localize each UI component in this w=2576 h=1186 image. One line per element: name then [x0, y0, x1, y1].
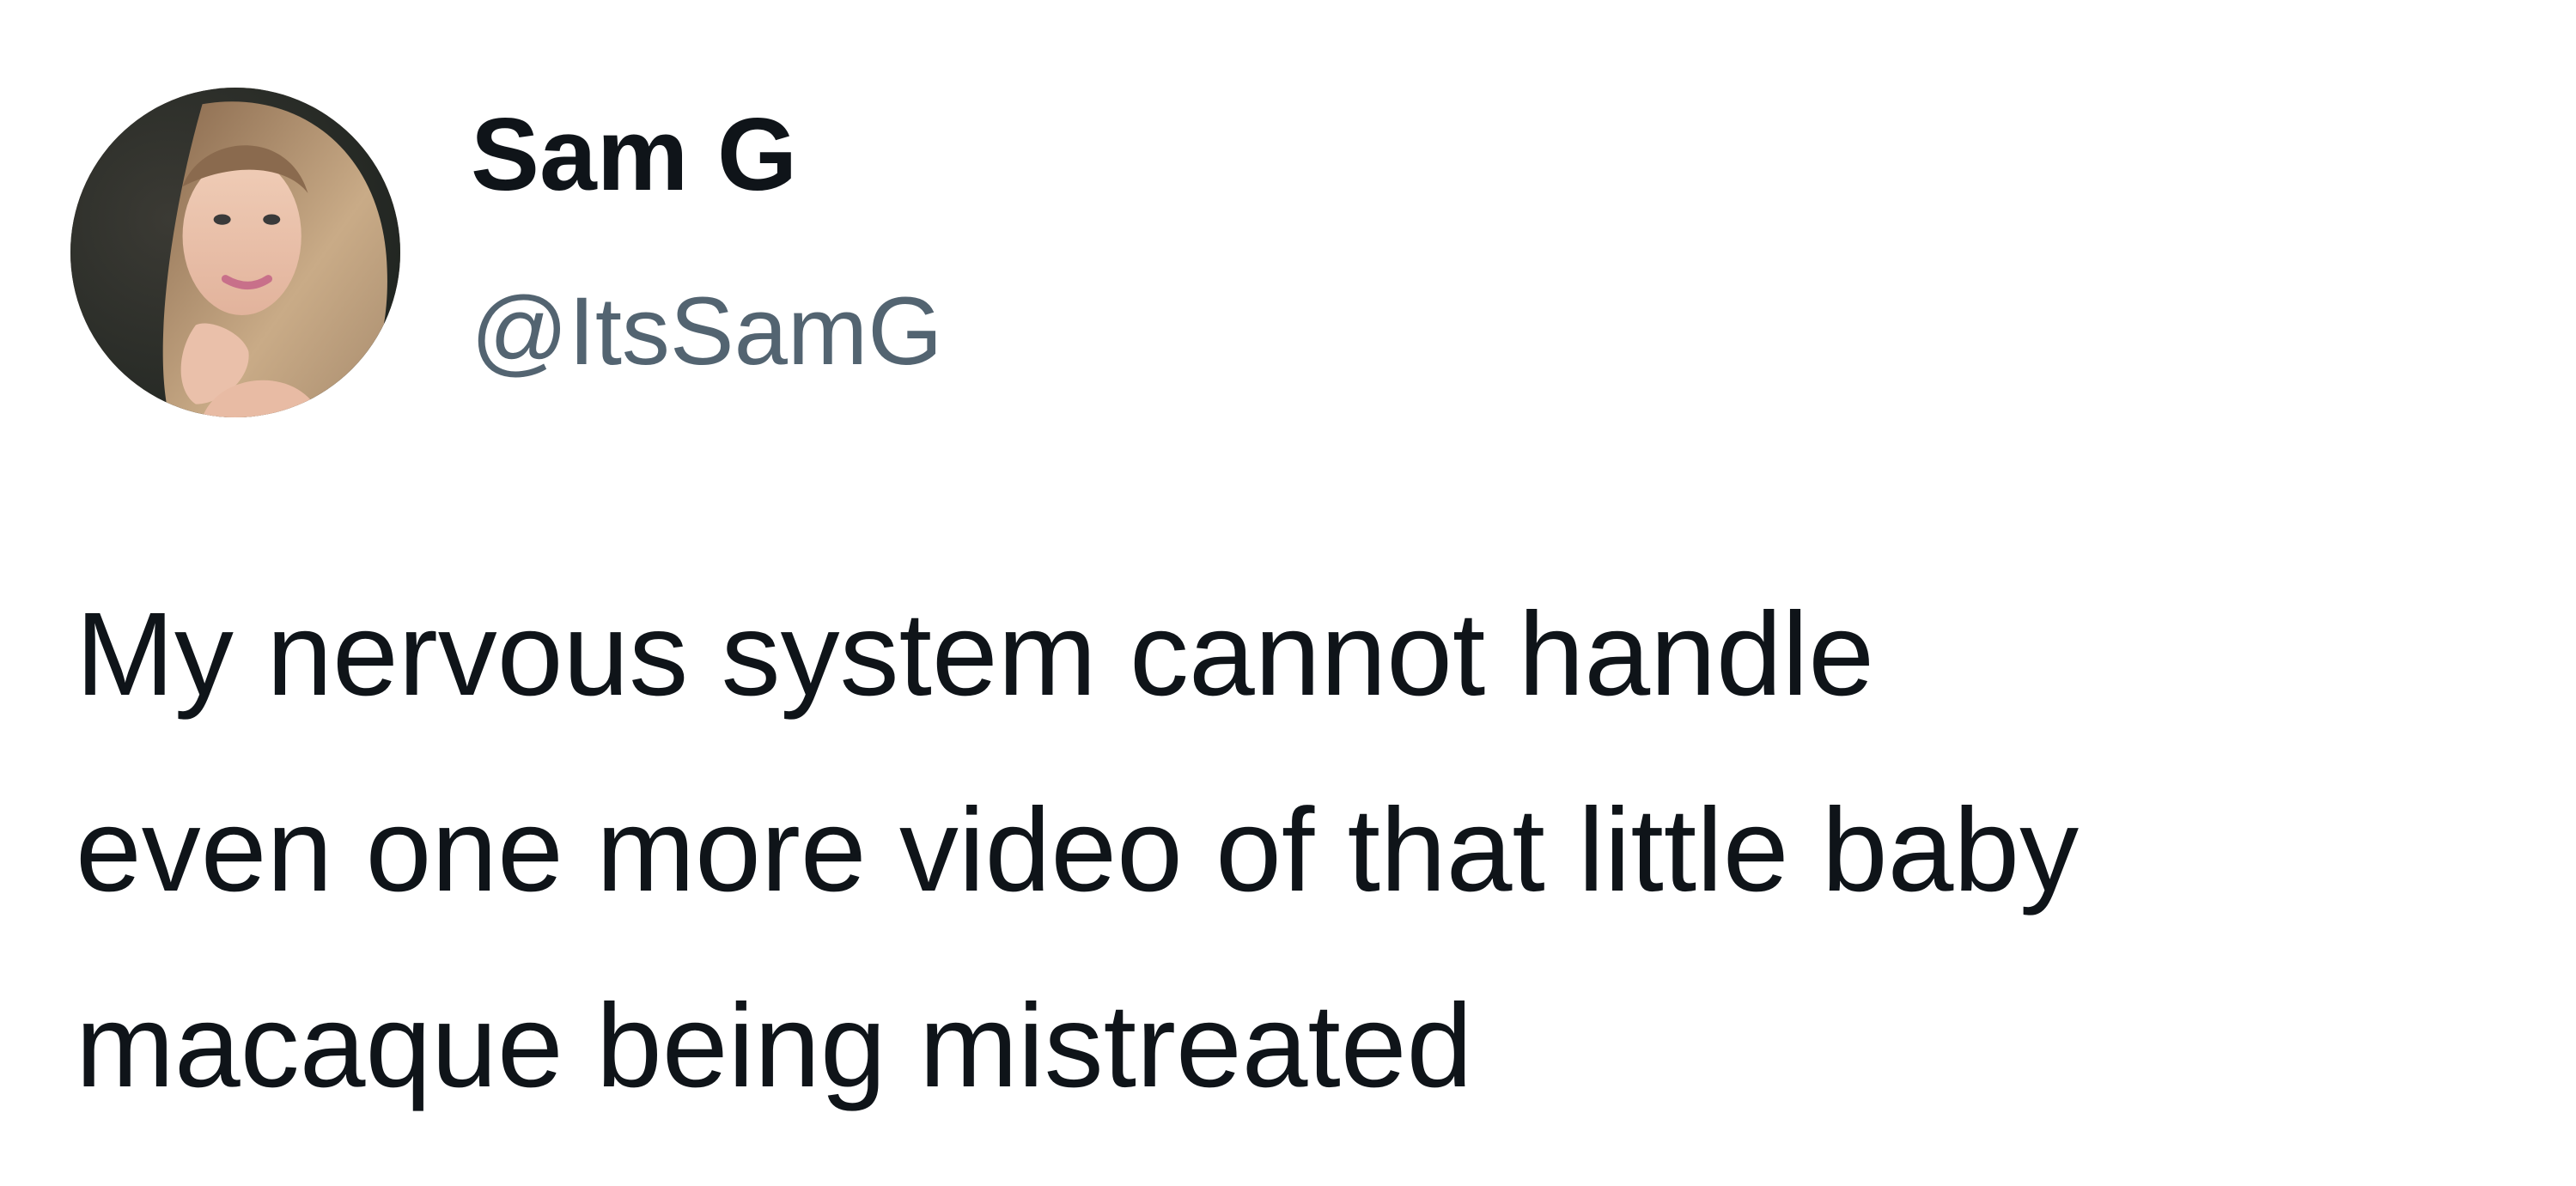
tweet-text-line: My nervous system cannot handle — [76, 588, 1875, 721]
author-display-name[interactable]: Sam G — [471, 103, 797, 206]
tweet-card: Sam G @ItsSamG My nervous system cannot … — [0, 0, 2576, 1186]
author-handle[interactable]: @ItsSamG — [471, 283, 942, 380]
avatar[interactable] — [70, 88, 400, 417]
avatar-photo — [70, 88, 400, 417]
tweet-text: My nervous system cannot handle even one… — [76, 557, 2549, 1144]
tweet-text-line: even one more video of that little baby — [76, 784, 2080, 916]
tweet-text-line: macaque being mistreated — [76, 980, 1473, 1112]
